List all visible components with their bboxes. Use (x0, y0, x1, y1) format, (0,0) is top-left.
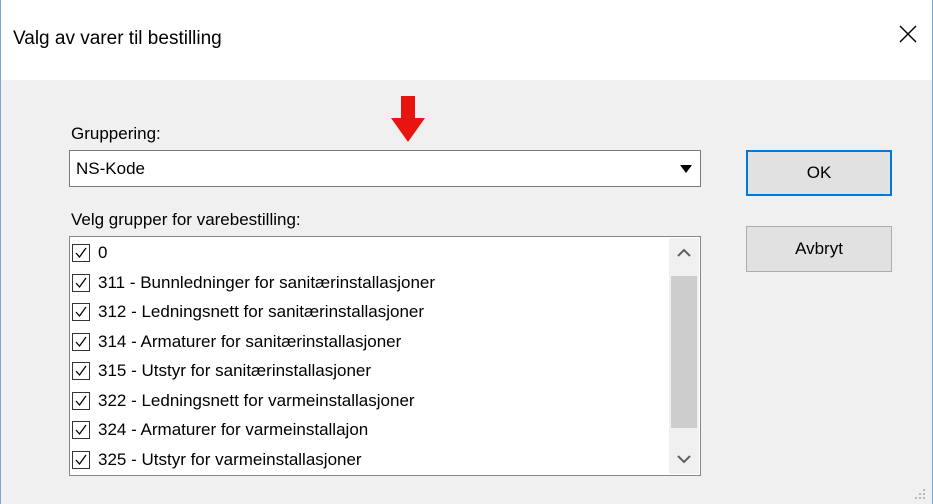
groups-label: Velg grupper for varebestilling: (71, 210, 301, 229)
checkbox[interactable] (72, 391, 90, 410)
list-item-label: 324 - Armaturer for varmeinstallajon (98, 420, 369, 439)
checkmark-icon (75, 424, 87, 436)
scroll-down-button[interactable] (669, 444, 699, 474)
checkbox[interactable] (72, 362, 90, 380)
list-item[interactable]: 325 - Utstyr for varmeinstallasjoner (72, 448, 362, 472)
close-button[interactable] (888, 14, 928, 54)
checkmark-icon (75, 306, 87, 318)
list-item-label: 314 - Armaturer for sanitærinstallasjone… (98, 331, 402, 351)
checkbox[interactable] (72, 244, 90, 262)
dropdown-arrow-icon[interactable] (680, 165, 692, 173)
checkmark-icon (75, 365, 87, 377)
checkmark-icon (75, 277, 87, 288)
checkmark-icon (75, 454, 87, 465)
list-item-label: 315 - Utstyr for sanitærinstallasjoner (98, 361, 372, 380)
list-item[interactable]: 311 - Bunnledninger for sanitærinstallas… (72, 271, 435, 295)
dialog-title: Valg av varer til bestilling (13, 28, 222, 49)
list-item[interactable]: 324 - Armaturer for varmeinstallajon (72, 418, 368, 442)
list-item[interactable]: 322 - Ledningsnett for varmeinstallasjon… (72, 389, 415, 413)
list-item-label: 312 - Ledningsnett for sanitærinstallasj… (98, 302, 425, 321)
list-item[interactable]: 0 (72, 241, 107, 265)
list-item-label: 0 (98, 243, 108, 262)
scroll-up-button[interactable] (669, 238, 699, 268)
list-item-label: 322 - Ledningsnett for varmeinstallasjon… (98, 390, 415, 410)
red-down-arrow-icon (391, 96, 425, 142)
list-item-label: 311 - Bunnledninger for sanitærinstallas… (98, 272, 436, 292)
dialog-window: Valg av varer til bestilling Gruppering:… (0, 0, 933, 504)
checkmark-icon (75, 247, 87, 259)
checkbox[interactable] (72, 450, 90, 469)
scrollbar-thumb[interactable] (671, 276, 697, 428)
list-item-label: 325 - Utstyr for varmeinstallasjoner (98, 449, 362, 469)
list-item[interactable]: 314 - Armaturer for sanitærinstallasjone… (72, 330, 401, 354)
checkbox[interactable] (72, 303, 90, 321)
grouping-label: Gruppering: (71, 124, 161, 143)
ok-button[interactable]: OK (746, 150, 892, 196)
resize-grip-icon[interactable] (914, 488, 926, 500)
chevron-down-icon (677, 455, 691, 464)
list-item[interactable]: 315 - Utstyr for sanitærinstallasjoner (72, 359, 371, 383)
group-checklist[interactable]: 0 311 - Bunnledninger for sanitærinstalla… (69, 236, 701, 476)
checkbox[interactable] (72, 273, 90, 292)
checkbox[interactable] (72, 421, 90, 439)
cancel-button[interactable]: Avbryt (746, 226, 892, 272)
vertical-scrollbar[interactable] (669, 238, 699, 474)
checkmark-icon (75, 395, 87, 406)
grouping-dropdown[interactable]: NS-Kode (69, 150, 701, 187)
chevron-up-icon (677, 248, 691, 257)
grouping-selected-value: NS-Kode (76, 159, 145, 178)
checkmark-icon (75, 336, 87, 347)
list-item[interactable]: 312 - Ledningsnett for sanitærinstallasj… (72, 300, 424, 324)
title-bar: Valg av varer til bestilling (1, 0, 932, 80)
checkbox[interactable] (72, 332, 90, 351)
close-icon (899, 25, 917, 43)
